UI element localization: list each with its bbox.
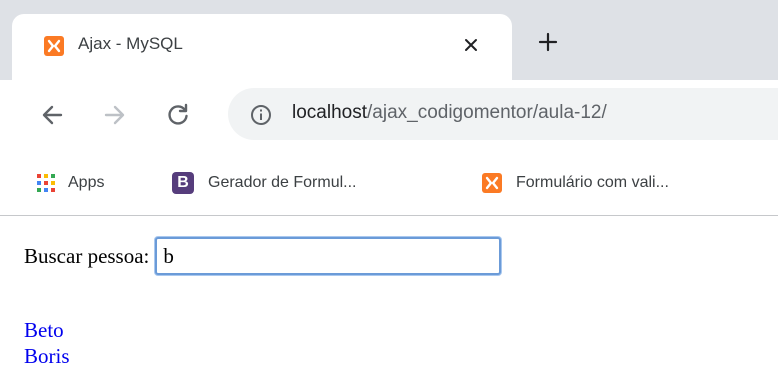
- new-tab-icon[interactable]: [537, 31, 559, 53]
- page-content: Buscar pessoa: Beto Boris: [0, 217, 778, 380]
- back-arrow-icon[interactable]: [40, 102, 66, 128]
- forward-arrow-icon[interactable]: [101, 102, 127, 128]
- reload-icon[interactable]: [165, 102, 191, 128]
- tab-strip: Ajax - MySQL: [0, 0, 778, 80]
- info-icon[interactable]: [250, 104, 272, 126]
- search-results: Beto Boris: [24, 317, 70, 369]
- browser-toolbar: localhost/ajax_codigomentor/aula-12/: [0, 80, 778, 152]
- bookmarks-bar: Apps B Gerador de Formul... Formulário c…: [0, 152, 778, 216]
- bootstrap-icon: B: [172, 172, 194, 194]
- url-host: localhost: [292, 102, 367, 123]
- url-text: localhost/ajax_codigomentor/aula-12/: [292, 102, 607, 124]
- search-input[interactable]: [155, 237, 502, 275]
- browser-tab[interactable]: Ajax - MySQL: [12, 14, 512, 80]
- bookmark-gerador-formulario[interactable]: B Gerador de Formul...: [172, 170, 357, 196]
- address-bar[interactable]: localhost/ajax_codigomentor/aula-12/: [228, 88, 778, 140]
- result-link[interactable]: Boris: [24, 343, 70, 369]
- search-row: Buscar pessoa:: [24, 237, 502, 275]
- url-path: /ajax_codigomentor/aula-12/: [367, 102, 607, 123]
- xampp-icon: [44, 36, 64, 56]
- bookmark-label: Apps: [68, 174, 105, 191]
- result-link[interactable]: Beto: [24, 317, 70, 343]
- search-label: Buscar pessoa:: [24, 243, 150, 268]
- bookmark-label: Formulário com vali...: [516, 174, 669, 191]
- apps-grid-icon: [37, 174, 55, 192]
- bookmark-apps[interactable]: Apps: [36, 170, 104, 196]
- bookmark-formulario-validacao[interactable]: Formulário com vali...: [482, 170, 669, 196]
- bookmark-label: Gerador de Formul...: [208, 174, 357, 191]
- close-icon[interactable]: [460, 34, 482, 56]
- xampp-icon: [482, 173, 502, 193]
- tab-title: Ajax - MySQL: [78, 34, 183, 53]
